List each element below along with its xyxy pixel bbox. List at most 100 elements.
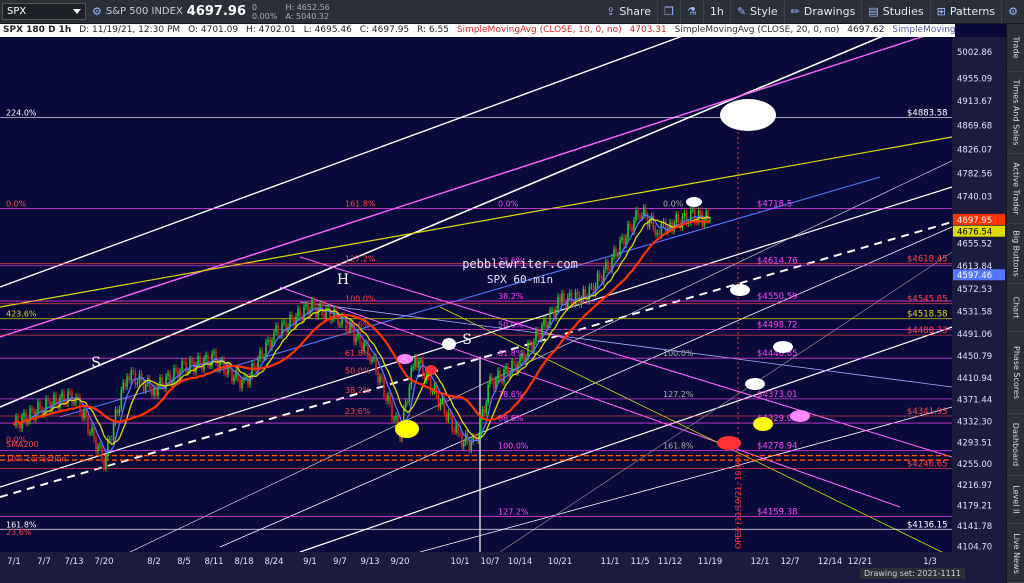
bar-range: R: 6.55 <box>417 25 449 35</box>
sma50-label[interactable]: SimpleMovingAvg (CLOSE, 50, 0, no) <box>892 25 955 35</box>
candle-body <box>299 308 301 318</box>
candle-body <box>523 353 525 362</box>
candle-body <box>406 401 409 403</box>
side-tab-dashboard[interactable]: Dashboard <box>1007 414 1024 476</box>
settings-button[interactable]: ⚙ <box>1002 0 1024 24</box>
fib-label: 10% correction <box>6 454 67 463</box>
candle-body <box>289 314 291 327</box>
instrument-name: S&P 500 INDEX <box>105 6 183 17</box>
candle-body <box>231 368 233 382</box>
share-button[interactable]: ⇪ Share <box>600 0 659 24</box>
side-tab-active-trader[interactable]: Active Trader <box>1007 154 1024 224</box>
chevron-down-icon <box>73 9 81 14</box>
candle-body <box>297 308 299 317</box>
candle-body <box>570 292 573 304</box>
candle-body <box>110 438 113 440</box>
y-tick-label: 4179.21 <box>957 502 992 512</box>
x-tick-label: 7/20 <box>94 557 113 567</box>
candle-body <box>81 412 83 419</box>
symbol-selector[interactable]: SPX <box>2 3 86 20</box>
side-tab-times-and-sales[interactable]: Times And Sales <box>1007 72 1024 154</box>
candle-body <box>479 416 482 436</box>
sma20-label[interactable]: SimpleMovingAvg (CLOSE, 20, 0, no) <box>675 25 840 35</box>
candle-body <box>549 310 551 325</box>
candle-body <box>247 377 249 385</box>
chart-canvas[interactable]: 224.0% 0.0% 161.8% 0.0% 0.0% 127.2% 23.6% 100.0… <box>0 37 1006 583</box>
sma10-label[interactable]: SimpleMovingAvg (CLOSE, 10, 0, no) <box>457 25 622 35</box>
change-box: 0 0.00% <box>252 3 277 21</box>
side-tab-chart[interactable]: Chart <box>1007 284 1024 332</box>
candle-body <box>213 351 215 354</box>
patterns-button[interactable]: ⊞ Patterns <box>931 0 1003 24</box>
side-tab-level-ii[interactable]: Level II <box>1007 476 1024 524</box>
candle-body <box>239 379 241 389</box>
candle-body <box>468 441 471 451</box>
gear-icon: ⚙ <box>1008 5 1018 18</box>
sma20-value: 4697.62 <box>847 25 885 35</box>
fib-label: 61.8% <box>345 349 371 358</box>
x-tick-label: 8/18 <box>234 557 253 567</box>
side-tab-big-buttons[interactable]: Big Buttons <box>1007 224 1024 284</box>
candle-body <box>689 210 692 223</box>
candle-body <box>515 363 517 373</box>
patterns-icon: ⊞ <box>936 5 946 18</box>
candle-body <box>529 343 531 345</box>
interval-button[interactable]: 1h <box>704 0 731 24</box>
candle-body <box>497 370 499 380</box>
candle-body <box>263 356 265 359</box>
level-label: $4246.65 <box>907 459 948 469</box>
x-tick-label: 8/24 <box>264 557 283 567</box>
y-tick-label: 4293.51 <box>957 439 992 449</box>
y-tick-label: 4572.53 <box>957 285 992 295</box>
pattern-annotation: S <box>91 355 101 371</box>
x-tick-label: 7/13 <box>64 557 83 567</box>
y-tick-label: 5002.86 <box>957 48 992 58</box>
y-tick-label: 4104.70 <box>957 543 992 553</box>
studies-button[interactable]: ▤ Studies <box>862 0 931 24</box>
sma10-value: 4703.31 <box>629 25 667 35</box>
candle-body <box>605 261 607 270</box>
candle-body <box>459 433 461 435</box>
side-tab-live-news[interactable]: Live News <box>1007 524 1024 583</box>
candle-body <box>383 379 385 397</box>
candle-body <box>108 438 111 440</box>
candle-body <box>205 354 207 359</box>
level-label: $4718.5 <box>757 200 792 210</box>
gear-icon[interactable]: ⚙ <box>92 5 102 18</box>
copy-button[interactable]: ❐ <box>658 0 681 24</box>
candle-body <box>275 325 277 333</box>
highlight-marker <box>425 365 437 375</box>
candle-body <box>584 289 587 297</box>
candle-body <box>259 350 261 359</box>
candle-body <box>371 359 373 362</box>
candle-body <box>656 232 658 235</box>
side-tab-phase-scores[interactable]: Phase Scores <box>1007 332 1024 414</box>
candle-body <box>313 300 315 308</box>
x-tick-label: 12/7 <box>780 557 799 567</box>
candle-body <box>373 356 375 360</box>
candle-body <box>385 396 387 402</box>
bar-open: O: 4701.09 <box>188 25 239 35</box>
price-chart[interactable]: 224.0% 0.0% 161.8% 0.0% 0.0% 127.2% 23.6% 100.0… <box>0 37 1006 583</box>
candle-body <box>73 402 75 404</box>
y-tick-label: 4491.06 <box>957 330 992 340</box>
candle-body <box>453 431 455 433</box>
print-button[interactable]: ⚗ <box>681 0 704 24</box>
top-toolbar: SPX ⚙ S&P 500 INDEX 4697.96 0 0.00% H: 4… <box>0 0 1024 24</box>
level-label: $4373.01 <box>757 390 798 400</box>
chart-subtitle: SPX 60-min <box>487 273 553 286</box>
candle-body <box>132 370 135 372</box>
drawings-button[interactable]: ✏ Drawings <box>785 0 863 24</box>
candle-body <box>491 376 493 381</box>
candle-body <box>412 366 414 369</box>
y-tick-label: 4740.03 <box>957 193 992 203</box>
y-tick-label: 4255.00 <box>957 460 992 470</box>
candle-body <box>347 331 349 333</box>
style-button[interactable]: ✎ Style <box>731 0 785 24</box>
candle-body <box>128 376 130 381</box>
candle-body <box>134 371 137 385</box>
candle-body <box>447 412 450 421</box>
candle-body <box>637 210 639 217</box>
level-label: $4518.58 <box>907 310 948 320</box>
side-tab-trade[interactable]: Trade <box>1007 24 1024 72</box>
